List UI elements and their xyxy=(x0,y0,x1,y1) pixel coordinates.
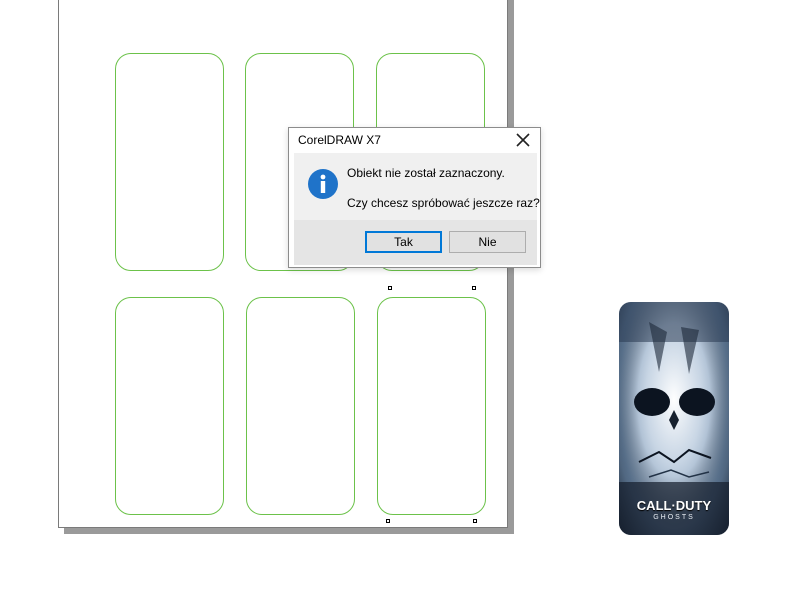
dialog-body: Obiekt nie został zaznaczony. Czy chcesz… xyxy=(294,153,540,265)
selection-handle-top-left[interactable] xyxy=(388,286,392,290)
dialog-title: CorelDRAW X7 xyxy=(298,133,381,147)
selection-handle-top-right[interactable] xyxy=(472,286,476,290)
yes-button[interactable]: Tak xyxy=(365,231,442,253)
case-outline[interactable] xyxy=(115,53,224,271)
close-button[interactable] xyxy=(512,130,534,150)
case-outline[interactable] xyxy=(115,297,224,515)
close-icon xyxy=(516,133,530,147)
case-brand-subtitle: GHOSTS xyxy=(653,514,695,521)
case-outline-selected[interactable] xyxy=(377,297,486,515)
case-outline[interactable] xyxy=(246,297,355,515)
dialog-button-strip: Tak Nie xyxy=(294,220,537,265)
info-icon xyxy=(308,169,338,199)
dialog-message-line1: Obiekt nie został zaznaczony. xyxy=(347,166,505,180)
dialog-message-line2: Czy chcesz spróbować jeszcze raz? xyxy=(347,196,540,210)
selection-handle-bottom-right[interactable] xyxy=(473,519,477,523)
phone-case-image[interactable]: CALL·DUTY GHOSTS xyxy=(619,302,729,535)
message-dialog: CorelDRAW X7 Obiekt nie został zaznaczon… xyxy=(288,127,541,268)
no-button[interactable]: Nie xyxy=(449,231,526,253)
case-brand-title: CALL·DUTY xyxy=(636,498,712,513)
selection-handle-bottom-left[interactable] xyxy=(386,519,390,523)
